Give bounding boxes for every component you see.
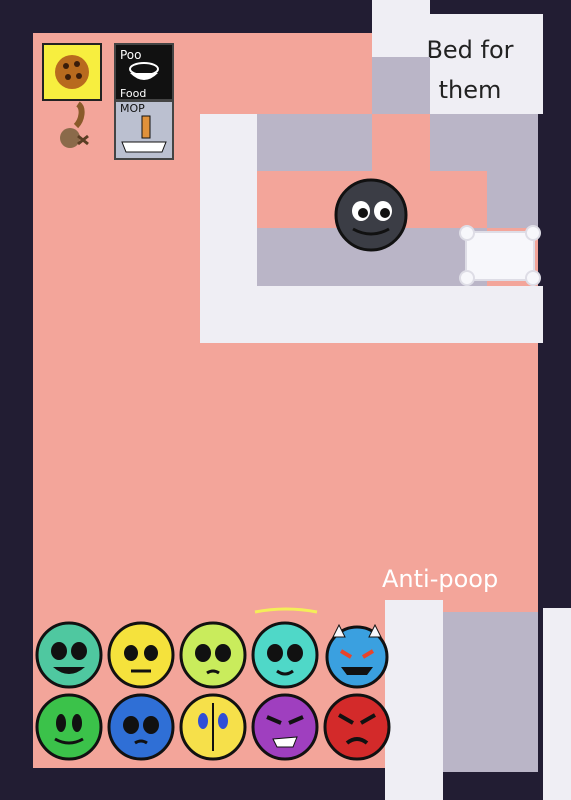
green-calm-face-icon[interactable] bbox=[35, 693, 103, 761]
tile bbox=[443, 612, 538, 772]
red-angry-face-icon[interactable] bbox=[323, 693, 391, 761]
lime-pleading-face-icon[interactable] bbox=[179, 621, 247, 689]
yellow-worried-face-icon[interactable] bbox=[107, 621, 175, 689]
halo-icon bbox=[251, 606, 321, 616]
tile bbox=[430, 114, 538, 171]
poo-food-icon: Poo Food bbox=[116, 45, 172, 99]
tile bbox=[257, 114, 372, 171]
rope-icon bbox=[48, 100, 104, 156]
anti-poop-wall-right bbox=[543, 608, 571, 800]
inventory-slot-mop[interactable]: MOP bbox=[114, 100, 174, 160]
room-wall-bottom bbox=[200, 286, 543, 343]
anti-poop-label: Anti-poop bbox=[382, 565, 499, 593]
cookie-icon bbox=[44, 45, 100, 99]
tile bbox=[372, 57, 430, 114]
blue-pleading-face-icon[interactable] bbox=[107, 693, 175, 761]
svg-text:MOP: MOP bbox=[120, 102, 145, 115]
inventory-slot-poo-food[interactable]: Poo Food bbox=[114, 43, 174, 101]
black-blob-character-icon[interactable] bbox=[333, 177, 409, 253]
teal-happy-face-icon[interactable] bbox=[35, 621, 103, 689]
tile bbox=[487, 171, 538, 228]
inventory-slot-rope[interactable] bbox=[48, 100, 104, 156]
mop-icon: MOP bbox=[116, 102, 172, 158]
bed[interactable] bbox=[458, 224, 542, 286]
blue-devil-face-icon[interactable] bbox=[323, 621, 391, 689]
purple-angry-face-icon[interactable] bbox=[251, 693, 319, 761]
svg-text:Food: Food bbox=[120, 87, 146, 99]
yellow-split-face-icon[interactable] bbox=[179, 693, 247, 761]
inventory-slot-cookie[interactable] bbox=[42, 43, 102, 101]
cyan-halo-face-icon[interactable] bbox=[251, 621, 319, 689]
anti-poop-wall-left bbox=[385, 600, 443, 800]
svg-text:Poo: Poo bbox=[120, 48, 142, 62]
